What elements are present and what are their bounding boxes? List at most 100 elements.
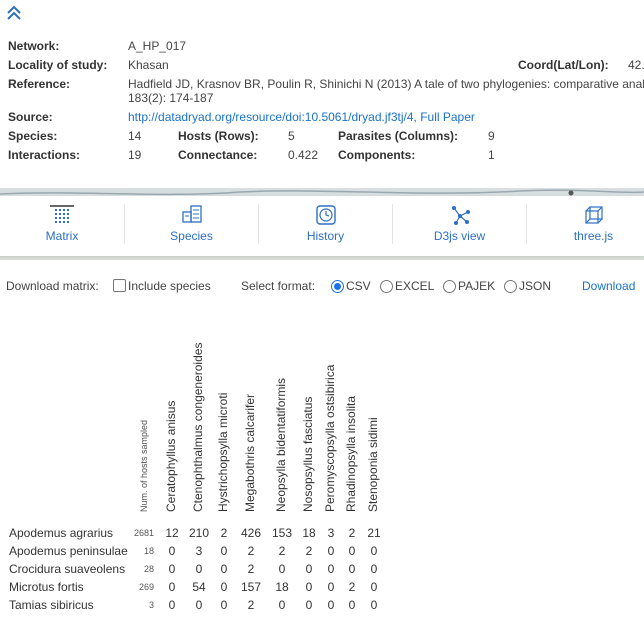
locality-label: Locality of study: xyxy=(8,58,108,72)
matrix-cell: 18 xyxy=(275,580,289,594)
nav-species[interactable]: Species xyxy=(125,196,258,256)
network-icon xyxy=(451,206,470,225)
matrix-cell: 0 xyxy=(348,598,356,612)
matrix-cell: 0 xyxy=(305,598,313,612)
connectance-label: Connectance: xyxy=(178,148,258,162)
collapse-chevron-icon[interactable] xyxy=(4,4,24,22)
matrix-cell: 0 xyxy=(168,598,176,612)
matrix-cell: 54 xyxy=(192,580,206,594)
parasites-value: 9 xyxy=(488,129,495,143)
matrix-cell: 21 xyxy=(367,526,381,540)
download-link[interactable]: Download xyxy=(582,279,635,293)
matrix-cell: 18 xyxy=(302,526,316,540)
row-host-name: Apodemus peninsulae xyxy=(9,544,128,558)
format-label-json: JSON xyxy=(519,279,552,293)
format-radio-pajek[interactable] xyxy=(443,280,456,293)
select-format-label: Select format: xyxy=(241,279,316,293)
matrix-cell: 0 xyxy=(370,598,378,612)
species-label: Species: xyxy=(8,129,58,143)
row-host-name: Crocidura suaveolens xyxy=(9,562,126,576)
matrix-cell: 0 xyxy=(168,544,176,558)
column-header: Peromyscopsylla ostsibirica xyxy=(323,364,337,512)
components-label: Components: xyxy=(338,148,416,162)
matrix-cell: 157 xyxy=(240,580,262,594)
hosts-sampled-header: Num. of hosts sampled xyxy=(139,419,149,512)
format-label-csv: CSV xyxy=(346,279,371,293)
matrix-cell: 12 xyxy=(165,526,179,540)
reference-line-2: 183(2): 174-187 xyxy=(128,91,214,105)
matrix-cell: 0 xyxy=(348,544,356,558)
matrix-cell: 0 xyxy=(348,562,356,576)
matrix-cell: 0 xyxy=(278,598,286,612)
source-value: http://datadryad.org/resource/doi:10.506… xyxy=(128,110,475,124)
row-hosts-sampled: 3 xyxy=(148,600,154,610)
hosts-value: 5 xyxy=(288,129,295,143)
nav-history[interactable]: History xyxy=(259,196,392,256)
coord-value: 42. xyxy=(628,58,644,72)
clock-icon xyxy=(315,205,336,225)
interactions-value: 19 xyxy=(128,148,142,162)
matrix-cell: 2 xyxy=(348,580,356,594)
nav-d3js[interactable]: D3js view xyxy=(393,196,526,256)
matrix-cell: 2 xyxy=(247,562,255,576)
row-host-name: Apodemus agrarius xyxy=(9,526,114,540)
matrix-cell: 0 xyxy=(220,598,228,612)
cube-icon xyxy=(584,206,603,224)
matrix-cell: 0 xyxy=(327,580,335,594)
format-label-excel: EXCEL xyxy=(395,279,435,293)
matrix-cell: 0 xyxy=(305,562,313,576)
matrix-cell: 0 xyxy=(168,562,176,576)
column-header: Nosopsyllus fasciatus xyxy=(301,396,315,512)
parasites-label: Parasites (Columns): xyxy=(338,129,459,143)
row-hosts-sampled: 269 xyxy=(138,582,154,592)
nav-threejs[interactable]: three.js xyxy=(527,196,644,256)
components-value: 1 xyxy=(488,148,495,162)
column-header: Hystrichopsylla microti xyxy=(216,392,230,512)
format-radio-json[interactable] xyxy=(504,280,517,293)
source-label: Source: xyxy=(8,110,53,124)
matrix-cell: 0 xyxy=(327,598,335,612)
matrix-cell: 153 xyxy=(271,526,293,540)
matrix-cell: 2 xyxy=(247,544,255,558)
hosts-label: Hosts (Rows): xyxy=(178,129,259,143)
row-hosts-sampled: 28 xyxy=(143,564,154,574)
format-radio-csv[interactable] xyxy=(331,280,344,293)
view-nav-bar: Matrix Species History D3js view three.j… xyxy=(0,196,644,256)
download-matrix-label: Download matrix: xyxy=(6,279,99,293)
network-label: Network: xyxy=(8,39,60,53)
matrix-cell: 0 xyxy=(195,562,203,576)
include-species-label: Include species xyxy=(128,279,211,293)
matrix-cell: 0 xyxy=(195,598,203,612)
nav-d3js-label: D3js view xyxy=(433,229,486,243)
matrix-cell: 2 xyxy=(247,598,255,612)
nav-matrix[interactable]: Matrix xyxy=(0,196,124,256)
format-radio-excel[interactable] xyxy=(380,280,393,293)
matrix-cell: 0 xyxy=(370,562,378,576)
matrix-cell: 0 xyxy=(278,562,286,576)
matrix-icon xyxy=(50,205,74,223)
source-link[interactable]: http://datadryad.org/resource/doi:10.506… xyxy=(128,110,414,124)
full-paper-link[interactable]: Full Paper xyxy=(420,110,475,124)
column-header: Megabothris calcarifer xyxy=(243,393,257,512)
matrix-cell: 0 xyxy=(220,544,228,558)
row-hosts-sampled: 18 xyxy=(143,546,154,556)
row-hosts-sampled: 2681 xyxy=(133,528,154,538)
matrix-cell: 2 xyxy=(348,526,356,540)
column-header: Ceratophyllus anisus xyxy=(164,400,178,512)
format-label-pajek: PAJEK xyxy=(458,279,496,293)
matrix-cell: 0 xyxy=(220,580,228,594)
include-species-checkbox[interactable] xyxy=(113,279,126,292)
matrix-cell: 426 xyxy=(240,526,262,540)
network-info-panel: Network: A_HP_017 Locality of study: Kha… xyxy=(0,0,644,192)
nav-species-label: Species xyxy=(170,229,213,243)
reference-line-1: Hadfield JD, Krasnov BR, Poulin R, Shini… xyxy=(128,77,644,91)
matrix-cell: 0 xyxy=(370,580,378,594)
locality-value: Khasan xyxy=(128,58,169,72)
species-value: 14 xyxy=(128,129,142,143)
column-header: Rhadinopsylla insolita xyxy=(344,395,358,512)
connectance-value: 0.422 xyxy=(288,148,319,162)
matrix-cell: 2 xyxy=(278,544,286,558)
matrix-cell: 2 xyxy=(305,544,313,558)
reference-label: Reference: xyxy=(8,77,71,91)
column-header: Ctenophthalmus congeneroides xyxy=(191,342,205,512)
